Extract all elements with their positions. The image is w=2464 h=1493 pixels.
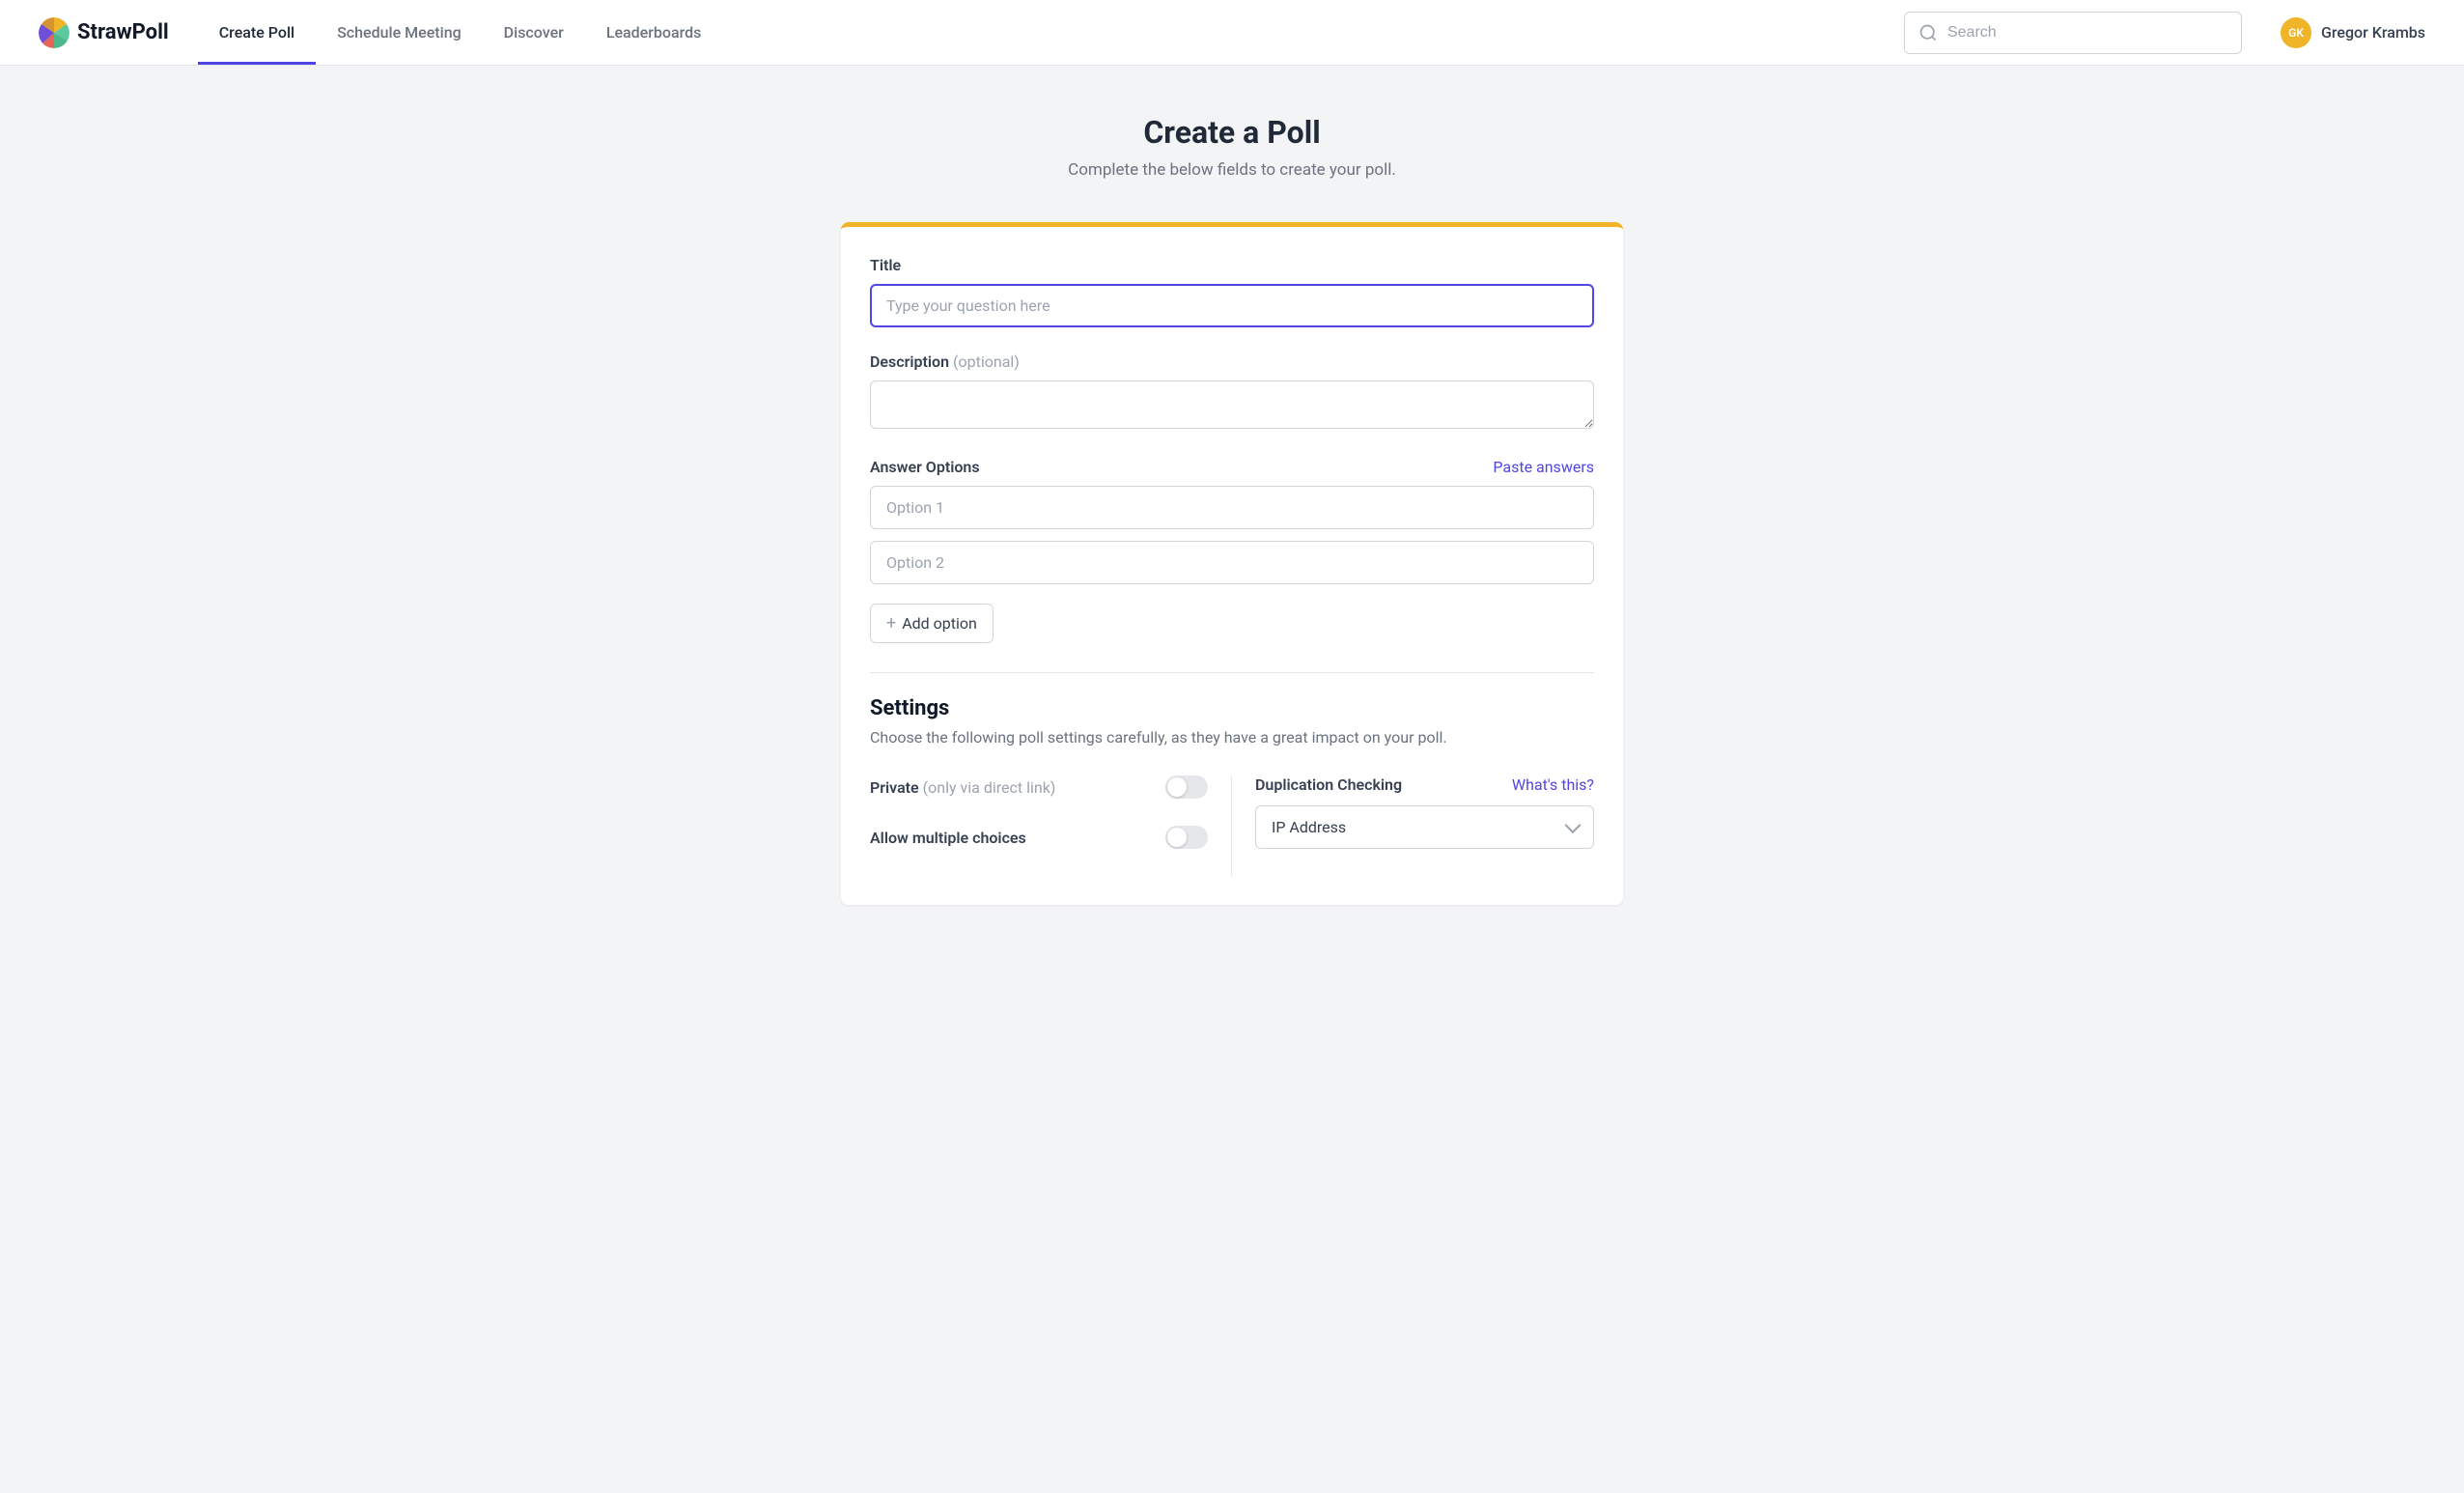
description-group: Description (optional): [870, 352, 1594, 433]
title-input[interactable]: [870, 284, 1594, 327]
duplication-select[interactable]: IP Address: [1255, 805, 1594, 849]
divider: [870, 672, 1594, 673]
option-row-1: [870, 486, 1594, 529]
avatar: GK: [2281, 17, 2311, 48]
add-option-button[interactable]: + Add option: [870, 604, 994, 643]
private-toggle[interactable]: [1165, 775, 1208, 799]
duplication-select-wrapper: IP Address: [1255, 805, 1594, 849]
page-subtitle: Complete the below fields to create your…: [841, 160, 1623, 180]
title-group: Title: [870, 256, 1594, 327]
options-label: Answer Options: [870, 458, 980, 476]
multiple-toggle[interactable]: [1165, 826, 1208, 849]
description-label: Description (optional): [870, 352, 1594, 371]
nav-discover[interactable]: Discover: [483, 0, 585, 65]
settings-grid: Private (only via direct link) Allow mul…: [870, 775, 1594, 876]
nav: Create Poll Schedule Meeting Discover Le…: [198, 0, 723, 65]
user-menu[interactable]: GK Gregor Krambs: [2281, 17, 2425, 48]
logo-icon: [39, 17, 70, 48]
logo[interactable]: StrawPoll: [39, 17, 169, 48]
header: StrawPoll Create Poll Schedule Meeting D…: [0, 0, 2464, 66]
settings-right: Duplication Checking What's this? IP Add…: [1232, 775, 1594, 876]
search-box[interactable]: [1904, 12, 2242, 54]
nav-leaderboards[interactable]: Leaderboards: [585, 0, 723, 65]
nav-schedule-meeting[interactable]: Schedule Meeting: [316, 0, 483, 65]
form-card: Title Description (optional) Answer Opti…: [841, 222, 1623, 905]
settings-subtitle: Choose the following poll settings caref…: [870, 728, 1594, 746]
brand-name: StrawPoll: [77, 20, 169, 44]
nav-create-poll[interactable]: Create Poll: [198, 0, 316, 65]
option-2-input[interactable]: [870, 541, 1594, 584]
multiple-label: Allow multiple choices: [870, 829, 1026, 847]
paste-answers-link[interactable]: Paste answers: [1493, 458, 1594, 476]
duplication-header: Duplication Checking What's this?: [1255, 775, 1594, 794]
settings-title: Settings: [870, 696, 1594, 720]
multiple-setting: Allow multiple choices: [870, 826, 1208, 849]
description-input[interactable]: [870, 380, 1594, 429]
plus-icon: +: [886, 615, 896, 633]
option-row-2: [870, 541, 1594, 584]
search-icon: [1918, 23, 1938, 42]
main: Create a Poll Complete the below fields …: [841, 66, 1623, 953]
duplication-label: Duplication Checking: [1255, 775, 1402, 794]
whats-this-link[interactable]: What's this?: [1512, 775, 1594, 794]
private-setting: Private (only via direct link): [870, 775, 1208, 799]
user-name: Gregor Krambs: [2321, 23, 2425, 42]
search-input[interactable]: [1947, 24, 2227, 42]
option-1-input[interactable]: [870, 486, 1594, 529]
options-group: Answer Options Paste answers + Add optio…: [870, 458, 1594, 643]
page-title: Create a Poll: [841, 114, 1623, 151]
title-label: Title: [870, 256, 1594, 274]
options-header: Answer Options Paste answers: [870, 458, 1594, 476]
private-label: Private (only via direct link): [870, 778, 1055, 797]
settings-left: Private (only via direct link) Allow mul…: [870, 775, 1232, 876]
